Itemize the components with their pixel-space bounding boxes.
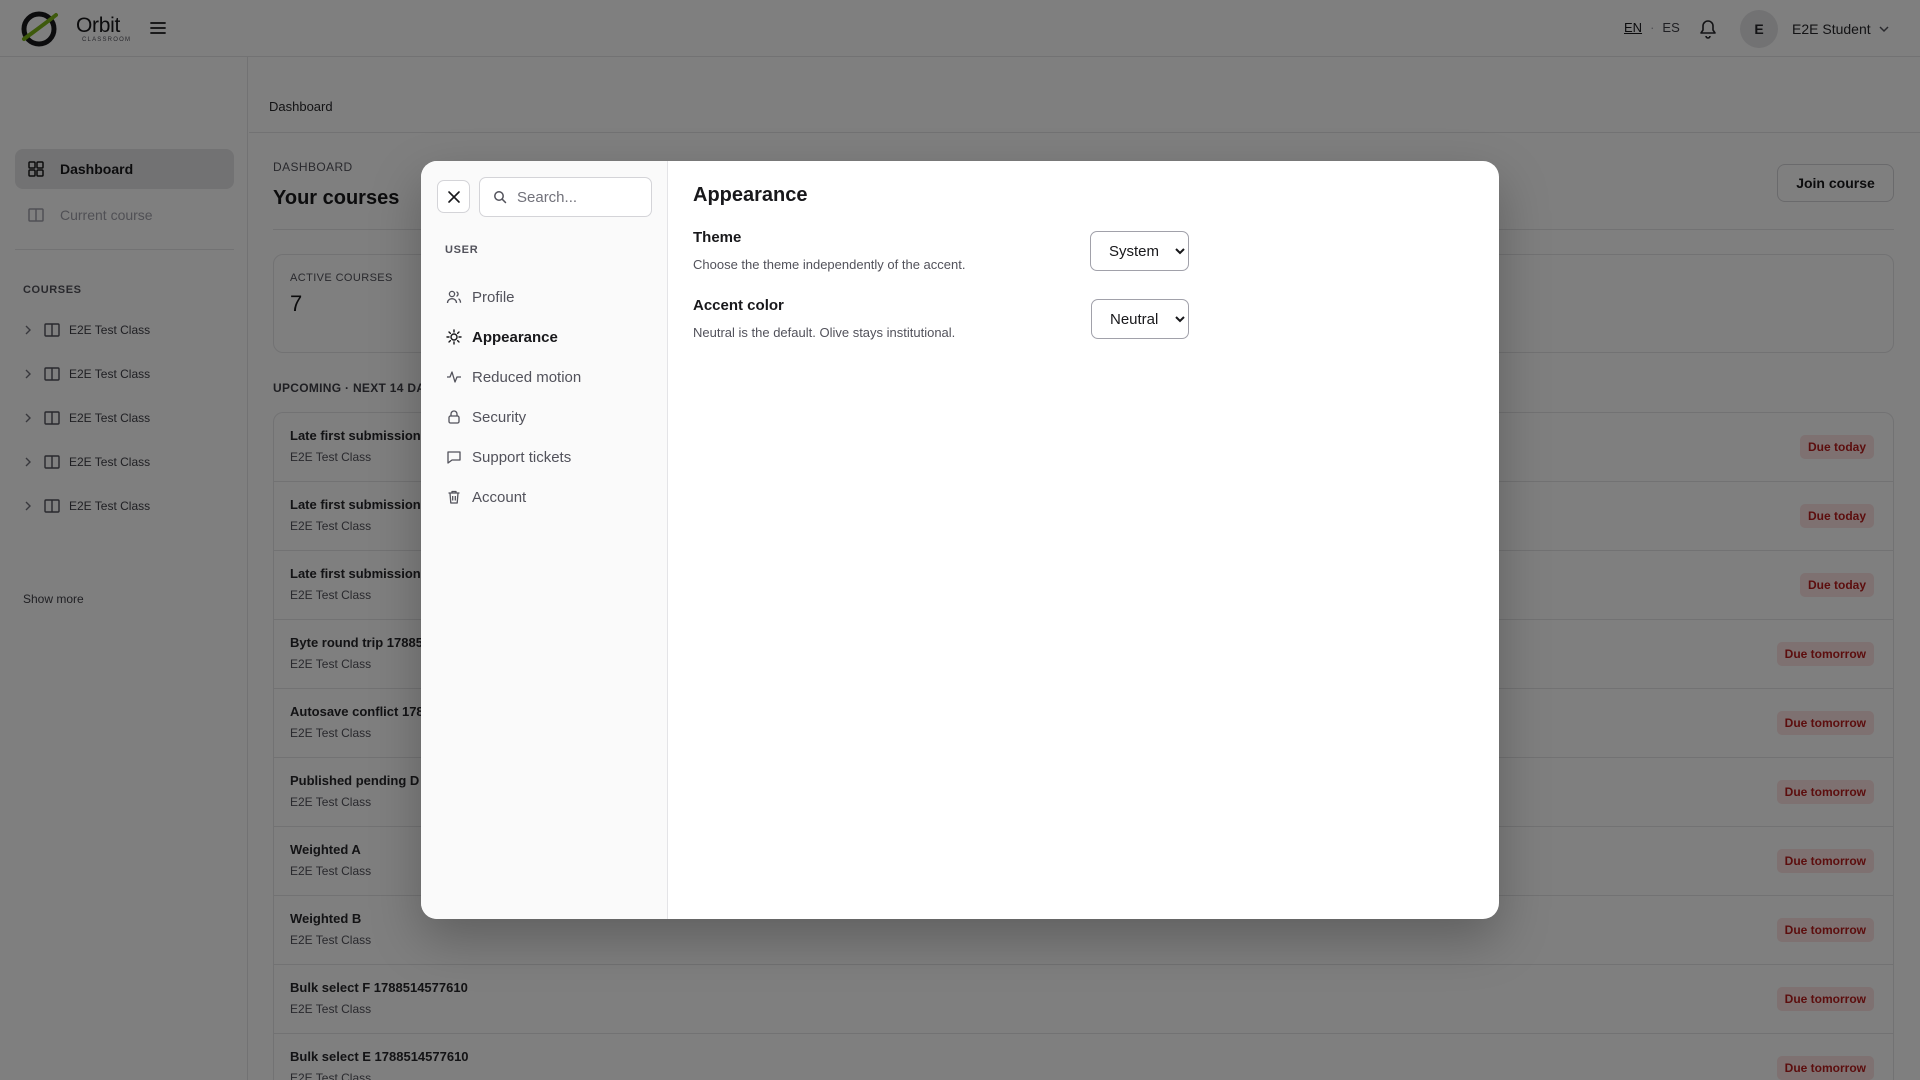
settings-nav-appearance[interactable]: Appearance bbox=[446, 325, 558, 349]
settings-search[interactable] bbox=[479, 177, 652, 217]
lock-icon bbox=[448, 410, 460, 424]
panel-title: Appearance bbox=[693, 184, 808, 206]
nav-item-label: Security bbox=[472, 408, 527, 426]
settings-nav-account[interactable]: Account bbox=[446, 485, 526, 509]
activity-icon bbox=[447, 371, 461, 383]
accent-color-description: Neutral is the default. Olive stays inst… bbox=[693, 325, 956, 340]
users-icon bbox=[446, 290, 462, 304]
settings-nav-profile[interactable]: Profile bbox=[446, 285, 515, 309]
trash-icon bbox=[448, 490, 460, 504]
sun-icon bbox=[446, 329, 462, 345]
nav-item-label: Appearance bbox=[472, 328, 558, 346]
nav-item-label: Support tickets bbox=[472, 448, 572, 466]
nav-item-label: Reduced motion bbox=[472, 368, 582, 386]
message-icon bbox=[447, 451, 461, 464]
nav-item-label: Account bbox=[472, 488, 527, 506]
settings-nav-security[interactable]: Security bbox=[446, 405, 526, 429]
close-icon bbox=[447, 190, 460, 203]
theme-description: Choose the theme independently of the ac… bbox=[693, 257, 966, 272]
settings-nav-reduced-motion[interactable]: Reduced motion bbox=[446, 365, 581, 389]
accent-color-label: Accent color bbox=[693, 297, 784, 314]
close-button[interactable] bbox=[437, 180, 470, 213]
theme-select[interactable]: System bbox=[1090, 231, 1189, 271]
settings-nav: USER Profile Appearance Reduced motion bbox=[421, 161, 668, 919]
nav-heading: USER bbox=[445, 244, 479, 256]
settings-dialog: USER Profile Appearance Reduced motion bbox=[421, 161, 1499, 919]
settings-panel: Appearance Theme Choose the theme indepe… bbox=[668, 161, 1499, 919]
theme-label: Theme bbox=[693, 229, 742, 246]
nav-item-label: Profile bbox=[472, 288, 515, 306]
search-icon bbox=[494, 191, 507, 204]
settings-nav-support-tickets[interactable]: Support tickets bbox=[446, 445, 571, 469]
accent-color-select[interactable]: Neutral bbox=[1091, 299, 1189, 339]
search-input[interactable] bbox=[517, 188, 637, 206]
